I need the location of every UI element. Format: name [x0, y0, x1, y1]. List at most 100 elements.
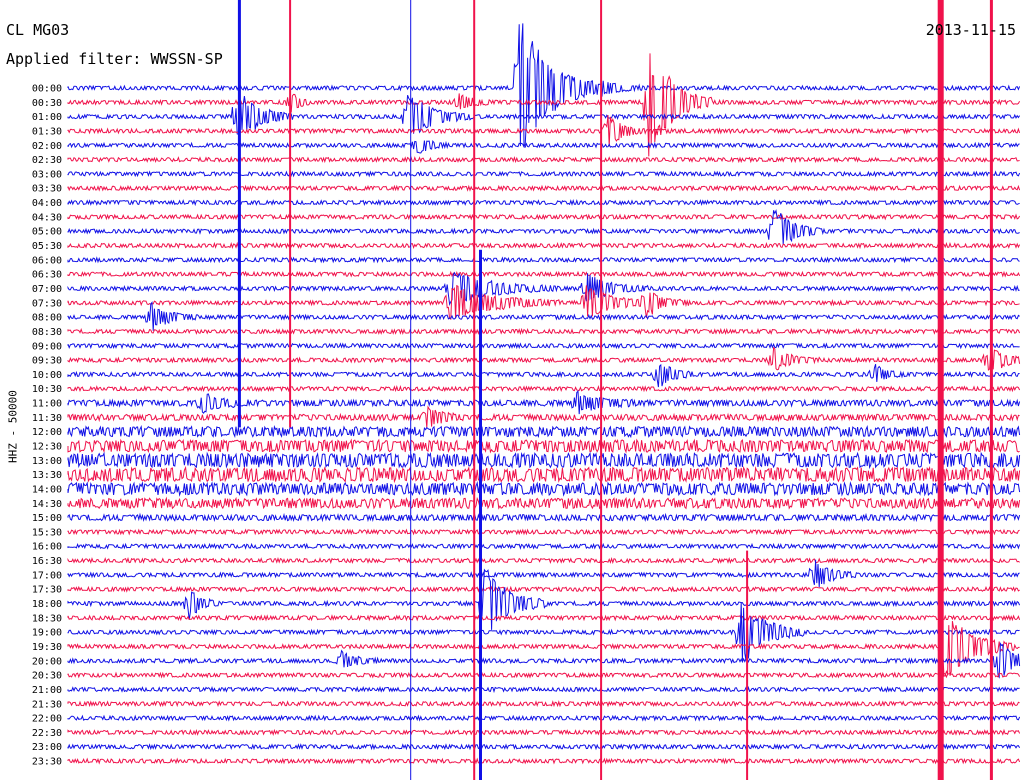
trace-line-1030 — [67, 385, 1021, 393]
trace-line-0200 — [67, 140, 1020, 154]
trace-line-1600 — [67, 542, 1021, 550]
time-tick-label: 00:30 — [32, 98, 62, 109]
saturated-burst-5 — [600, 0, 603, 780]
saturated-burst-8 — [989, 0, 993, 780]
time-tick-label: 21:30 — [32, 699, 62, 710]
saturated-burst-2 — [410, 0, 412, 780]
trace-line-0000 — [67, 23, 1021, 148]
time-tick-label: 01:00 — [32, 112, 62, 123]
filter-subtitle: Applied filter: WWSSN-SP — [6, 50, 223, 68]
trace-line-1100 — [67, 389, 1021, 415]
trace-line-0700 — [67, 271, 1020, 307]
time-tick-label: 08:30 — [32, 327, 62, 338]
trace-line-2200 — [67, 714, 1021, 722]
trace-line-0430 — [67, 213, 1021, 221]
trace-line-1530 — [67, 528, 1020, 536]
time-tick-label: 10:00 — [32, 370, 62, 381]
trace-line-1830 — [67, 614, 1021, 622]
time-tick-label: 18:30 — [32, 613, 62, 624]
saturated-burst-0 — [237, 0, 241, 428]
trace-line-0800 — [67, 301, 1020, 331]
time-tick-label: 13:00 — [32, 456, 62, 467]
time-tick-label: 01:30 — [32, 127, 62, 138]
time-tick-label: 11:30 — [32, 413, 62, 424]
trace-line-0930 — [67, 346, 1021, 371]
trace-line-1930 — [67, 621, 1020, 677]
time-tick-label: 15:30 — [32, 527, 62, 538]
helicorder-plot: 00:00 00:30 01:00 01:30 02:00 02:30 03:00 03:30… — [32, 0, 1021, 780]
trace-line-0900 — [67, 342, 1020, 350]
time-tick-label: 18:00 — [32, 599, 62, 610]
time-tick-label: 03:30 — [32, 184, 62, 195]
time-tick-label: 17:30 — [32, 585, 62, 596]
trace-line-1900 — [67, 602, 1020, 661]
time-tick-label: 10:30 — [32, 384, 62, 395]
trace-line-0600 — [67, 256, 1020, 264]
saturated-burst-6 — [746, 550, 749, 780]
trace-line-2130 — [67, 700, 1020, 708]
time-tick-label: 11:00 — [32, 399, 62, 410]
trace-line-2330 — [67, 757, 1021, 765]
time-tick-label: 22:00 — [32, 714, 62, 725]
trace-line-0630 — [67, 270, 1021, 278]
time-tick-label: 07:30 — [32, 298, 62, 309]
trace-line-0530 — [67, 241, 1021, 250]
trace-line-0130 — [67, 114, 1021, 147]
trace-line-1200 — [67, 424, 1021, 439]
time-tick-label: 22:30 — [32, 728, 62, 739]
trace-line-1500 — [67, 512, 1021, 523]
trace-line-1700 — [67, 559, 1020, 588]
time-tick-label: 09:30 — [32, 356, 62, 367]
time-tick-label: 03:00 — [32, 169, 62, 180]
saturated-burst-7 — [937, 0, 944, 780]
trace-line-0500 — [67, 208, 1020, 245]
trace-line-1630 — [67, 556, 1020, 565]
time-tick-label: 16:30 — [32, 556, 62, 567]
time-tick-label: 00:00 — [32, 84, 62, 95]
time-tick-label: 12:30 — [32, 442, 62, 453]
trace-line-2230 — [67, 728, 1021, 736]
time-tick-label: 04:30 — [32, 212, 62, 223]
trace-line-1330 — [67, 465, 1021, 484]
trace-line-1230 — [67, 438, 1020, 454]
time-tick-label: 14:30 — [32, 499, 62, 510]
time-tick-label: 07:00 — [32, 284, 62, 295]
time-tick-labels: 00:00 00:30 01:00 01:30 02:00 02:30 03:00 03:30… — [32, 84, 62, 768]
trace-line-0300 — [67, 170, 1021, 178]
time-tick-label: 13:30 — [32, 470, 62, 481]
time-tick-label: 02:00 — [32, 141, 62, 152]
time-tick-label: 04:00 — [32, 198, 62, 209]
time-tick-label: 21:00 — [32, 685, 62, 696]
time-tick-label: 19:00 — [32, 628, 62, 639]
time-tick-label: 15:00 — [32, 513, 62, 524]
trace-line-1400 — [67, 481, 1021, 497]
time-tick-label: 23:00 — [32, 742, 62, 753]
trace-line-0330 — [67, 184, 1021, 192]
trace-line-2030 — [67, 671, 1021, 679]
trace-line-1300 — [67, 451, 1021, 470]
trace-line-0230 — [67, 155, 1020, 164]
trace-line-0830 — [67, 327, 1021, 336]
trace-line-2100 — [67, 685, 1020, 694]
time-tick-label: 23:30 — [32, 757, 62, 768]
time-tick-label: 17:00 — [32, 570, 62, 581]
station-title: CL MG03 — [6, 21, 70, 39]
trace-line-1130 — [67, 405, 1020, 428]
time-tick-label: 05:30 — [32, 241, 62, 252]
time-tick-label: 06:00 — [32, 255, 62, 266]
time-tick-label: 06:30 — [32, 270, 62, 281]
saturated-burst-3 — [473, 0, 476, 780]
seismic-traces — [67, 23, 1021, 765]
time-tick-label: 05:00 — [32, 227, 62, 238]
trace-line-1430 — [67, 496, 1021, 510]
time-tick-label: 16:00 — [32, 542, 62, 553]
time-tick-label: 09:00 — [32, 341, 62, 352]
trace-line-2000 — [67, 642, 1021, 679]
time-tick-label: 08:00 — [32, 313, 62, 324]
y-axis-label: HHZ - 50000 — [6, 390, 20, 463]
time-tick-label: 20:30 — [32, 671, 62, 682]
time-tick-label: 14:00 — [32, 485, 62, 496]
trace-line-0400 — [67, 198, 1020, 207]
trace-line-1800 — [67, 568, 1021, 630]
time-tick-label: 20:00 — [32, 656, 62, 667]
